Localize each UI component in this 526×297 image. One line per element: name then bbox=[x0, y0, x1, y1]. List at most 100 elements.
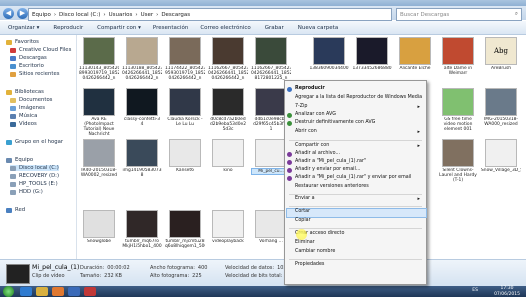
breadcrumb-item-descargas[interactable]: Descargas bbox=[161, 12, 190, 18]
file-item[interactable]: 13733452686880 bbox=[352, 37, 392, 71]
file-item[interactable]: tumblr_mq67ro MkjH1i5hbo1_400 bbox=[122, 210, 162, 249]
email-button[interactable]: Correo electrónico bbox=[200, 25, 250, 31]
new-folder-button[interactable]: Nueva carpeta bbox=[298, 25, 338, 31]
share-button[interactable]: Compartir con ▾ bbox=[97, 25, 141, 31]
media-file-icon bbox=[485, 139, 517, 167]
menu-item-share-with[interactable]: Compartir con bbox=[295, 143, 329, 148]
media-file-icon bbox=[169, 139, 201, 167]
slideshow-button[interactable]: Presentación bbox=[153, 25, 188, 31]
sidebar-item-hp-tools[interactable]: HP_TOOLS (E:) bbox=[10, 181, 58, 187]
menu-separator bbox=[289, 194, 422, 195]
sidebar-item-imagenes[interactable]: Imágenes bbox=[10, 105, 45, 111]
menu-item-play[interactable]: Reproducir bbox=[295, 86, 325, 91]
details-duration: Duración: 00:00:02 bbox=[80, 265, 130, 271]
file-item[interactable]: Silent Clowns- Laurel and Hardy (T-1) bbox=[438, 139, 478, 183]
submenu-arrow-icon: ▸ bbox=[417, 129, 420, 135]
app-icon[interactable] bbox=[84, 287, 96, 296]
sidebar-item-musica[interactable]: Música bbox=[10, 113, 37, 119]
file-item[interactable]: 11162667_805423 0426266441_18526 8172801… bbox=[251, 37, 291, 81]
taskbar: ES 17:30 07/06/2015 bbox=[0, 286, 526, 297]
file-item[interactable]: Ava RE (PhotoImpact Tutorial) Neue Nachr… bbox=[79, 88, 119, 137]
sidebar-item-descargas[interactable]: Descargas bbox=[10, 55, 47, 61]
sidebar-item-hdd[interactable]: HDD (G:) bbox=[10, 189, 43, 195]
menu-item-add-rar-email[interactable]: Añadir a "Mi_pel_cula_(1).rar" y enviar … bbox=[295, 175, 411, 180]
sidebar-item-disco-c[interactable]: Disco local (C:) bbox=[10, 165, 59, 171]
menu-item-rename[interactable]: Cambiar nombre bbox=[295, 249, 335, 254]
image-thumbnail bbox=[485, 88, 517, 116]
clock[interactable]: 17:30 07/06/2015 bbox=[494, 286, 520, 297]
homegroup-icon bbox=[6, 139, 12, 145]
breadcrumb-item-user[interactable]: User bbox=[141, 12, 154, 18]
mouse-cursor-highlight bbox=[296, 229, 307, 240]
file-item[interactable]: Snowglobe bbox=[79, 210, 119, 244]
breadcrumb-item-disco[interactable]: Disco local (C:) bbox=[59, 12, 100, 18]
menu-item-add-email[interactable]: Añadir y enviar por email... bbox=[295, 167, 360, 172]
menu-item-cut[interactable]: Cortar bbox=[295, 209, 310, 214]
menu-item-7zip[interactable]: 7-Zip bbox=[295, 104, 307, 109]
sidebar-item-videos[interactable]: Vídeos bbox=[10, 121, 37, 127]
menu-item-open-with[interactable]: Abrir con bbox=[295, 129, 317, 134]
menu-item-add-to-wmp[interactable]: Agregar a la lista del Reproductor de Wi… bbox=[295, 95, 422, 100]
language-indicator[interactable]: ES bbox=[472, 288, 478, 293]
sidebar-item-recovery[interactable]: RECOVERY (D:) bbox=[10, 173, 59, 179]
menu-item-delete[interactable]: Eliminar bbox=[295, 240, 315, 245]
file-item[interactable]: 11130143_805420 8993019719_18526 0426266… bbox=[79, 37, 119, 81]
file-item[interactable]: alte Dame in Weimarr bbox=[438, 37, 478, 76]
file-item[interactable]: 11130188_805423 0426266441_18526 0426266… bbox=[122, 37, 162, 81]
menu-item-shred-avg[interactable]: Destruir definitivamente con AVG bbox=[295, 120, 375, 125]
font-file-icon: Abg bbox=[485, 37, 517, 65]
file-item[interactable]: img14190583073 8 bbox=[122, 139, 162, 178]
file-item[interactable]: IR40-20150318-WA0002_resized bbox=[79, 139, 119, 178]
menu-item-properties[interactable]: Propiedades bbox=[295, 262, 324, 267]
sidebar-item-equipo[interactable]: Equipo bbox=[6, 157, 33, 163]
sidebar-item-favoritos[interactable]: Favoritos bbox=[6, 39, 39, 45]
ie-icon[interactable] bbox=[20, 287, 32, 296]
file-item[interactable]: classy-confetti-3 4 bbox=[122, 88, 162, 127]
sidebar-item-grupo-hogar[interactable]: Grupo en el hogar bbox=[6, 139, 63, 145]
file-item[interactable]: kino bbox=[208, 139, 248, 173]
file-item[interactable]: Kanset6 bbox=[165, 139, 205, 173]
file-item[interactable]: Alicante Elche bbox=[395, 37, 435, 71]
explorer-icon[interactable] bbox=[36, 287, 48, 296]
sidebar-item-recientes[interactable]: Sitios recientes bbox=[10, 71, 59, 77]
menu-item-scan-avg[interactable]: Analizar con AVG bbox=[295, 112, 336, 117]
file-item[interactable]: tumblr_mjcmtu28 q6o8lhiqgem1_500 bbox=[165, 210, 205, 249]
sidebar-item-escritorio[interactable]: Escritorio bbox=[10, 63, 44, 69]
forward-button[interactable]: ▶ bbox=[17, 7, 28, 19]
sidebar-item-red[interactable]: Red bbox=[6, 207, 25, 213]
media-player-icon[interactable] bbox=[52, 287, 64, 296]
search-input[interactable]: Buscar Descargas ⌕ bbox=[396, 8, 522, 21]
sidebar-item-documentos[interactable]: Documentos bbox=[10, 97, 52, 103]
file-item[interactable]: Abg AreBrush bbox=[481, 37, 521, 71]
burn-button[interactable]: Grabar bbox=[265, 25, 284, 31]
file-item[interactable]: Claudia Korsck - Le Lu Lu bbox=[165, 88, 205, 127]
image-thumbnail bbox=[212, 37, 244, 65]
file-item[interactable]: GS free time video motion element 001 bbox=[438, 88, 478, 132]
file-item[interactable]: Snow_Village_3D_Screensaver bbox=[481, 139, 521, 173]
menu-item-restore-versions[interactable]: Restaurar versiones anteriores bbox=[295, 184, 369, 189]
menu-item-copy[interactable]: Copiar bbox=[295, 218, 311, 223]
menu-separator bbox=[289, 140, 422, 141]
file-item[interactable]: IMG-20150318-WA000_resized bbox=[481, 88, 521, 127]
file-item[interactable]: 11162667_805423 0426266441_18526 0426266… bbox=[208, 37, 248, 81]
video-thumbnail bbox=[6, 264, 30, 284]
menu-item-add-rar[interactable]: Añadir a "Mi_pel_cula_(1).rar" bbox=[295, 159, 366, 164]
app-icon[interactable] bbox=[68, 287, 80, 296]
file-item[interactable]: d0c8cd7a2b0ed d2b9eba53d0e2 5d3c bbox=[208, 88, 248, 132]
menu-item-send-to[interactable]: Enviar a bbox=[295, 196, 315, 201]
breadcrumb-item-usuarios[interactable]: Usuarios bbox=[109, 12, 133, 18]
back-button[interactable]: ◀ bbox=[3, 7, 14, 19]
breadcrumb-item-equipo[interactable]: Equipo bbox=[32, 12, 51, 18]
start-button[interactable] bbox=[3, 286, 14, 297]
avg-icon bbox=[287, 121, 292, 126]
sidebar-item-creative-cloud[interactable]: Creative Cloud Files bbox=[10, 47, 71, 53]
sidebar-item-bibliotecas[interactable]: Bibliotecas bbox=[6, 89, 44, 95]
breadcrumb[interactable]: Equipo › Disco local (C:) › Usuarios › User… bbox=[28, 8, 392, 21]
file-item[interactable]: videoplayback bbox=[208, 210, 248, 244]
organize-button[interactable]: Organizar ▾ bbox=[8, 25, 39, 31]
menu-item-add-archive[interactable]: Añadir al archivo... bbox=[295, 151, 340, 156]
file-item[interactable]: 13836090034400 bbox=[309, 37, 349, 71]
file-item[interactable]: 11174422_805423 9593019719_18526 0426266… bbox=[165, 37, 205, 81]
play-button[interactable]: Reproducir bbox=[53, 25, 83, 31]
menu-separator bbox=[289, 206, 422, 207]
